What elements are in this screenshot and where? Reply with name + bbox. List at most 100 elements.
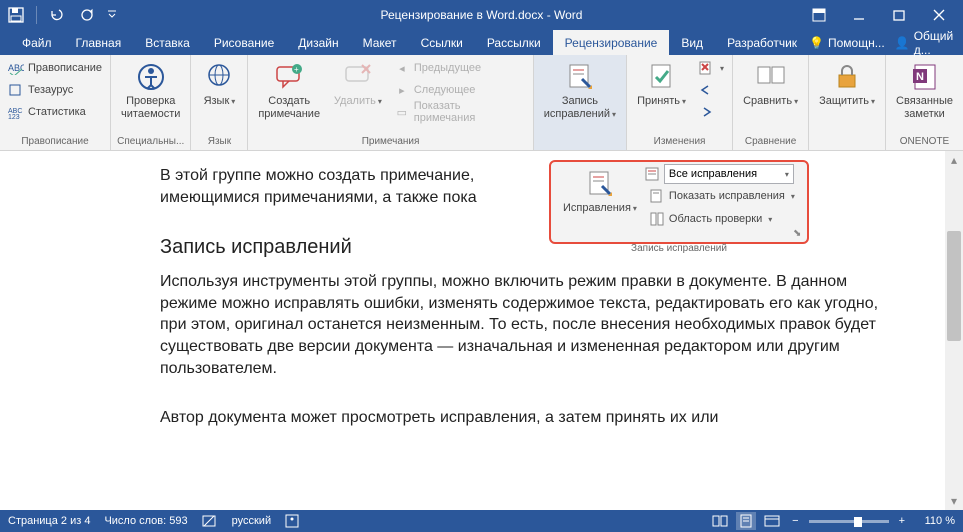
tab-home[interactable]: Главная [64,30,134,55]
onenote-icon: N [909,61,941,93]
tracking-callout: Исправления▾ Все исправления▾ Показать и… [549,160,809,244]
track-changes-button-callout[interactable]: Исправления▾ [557,164,643,242]
tab-mailings[interactable]: Рассылки [475,30,553,55]
spelling-button[interactable]: ABCПравописание [4,57,106,79]
word-count-button[interactable]: ABC123Статистика [4,101,106,123]
share-button[interactable]: 👤Общий д... [895,29,955,57]
display-for-review-dropdown[interactable]: Все исправления▾ [664,164,794,184]
qat-customize-icon[interactable] [105,3,119,27]
redo-icon[interactable] [75,3,99,27]
group-accessibility: Проверка читаемости Специальны... [111,55,191,150]
group-label-proofing: Правописание [4,135,106,148]
next-change-button[interactable] [694,101,728,123]
thesaurus-button[interactable]: Тезаурус [4,79,106,101]
scroll-down-icon[interactable]: ▾ [945,492,963,510]
svg-text:123: 123 [8,114,20,119]
tab-layout[interactable]: Макет [351,30,409,55]
show-comments-button[interactable]: ▭Показать примечания [390,101,529,123]
body-text: Используя инструменты этой группы, можно… [160,271,885,379]
undo-icon[interactable] [45,3,69,27]
group-proofing: ABCПравописание Тезаурус ABC123Статистик… [0,55,111,150]
tab-view[interactable]: Вид [669,30,715,55]
show-markup-button[interactable]: Показать исправления▾ [645,185,799,207]
tab-review[interactable]: Рецензирование [553,30,670,55]
group-comments: + Создать примечание Удалить▾ ◂Предыдуще… [248,55,533,150]
vertical-scrollbar[interactable]: ▴ ▾ [945,151,963,510]
scroll-up-icon[interactable]: ▴ [945,151,963,169]
ribbon-tabs: Файл Главная Вставка Рисование Дизайн Ма… [0,30,963,55]
show-comments-icon: ▭ [394,104,410,120]
zoom-slider[interactable] [809,520,889,523]
tab-design[interactable]: Дизайн [286,30,350,55]
tab-insert[interactable]: Вставка [133,30,202,55]
minimize-icon[interactable] [839,1,879,29]
reviewing-pane-button[interactable]: Область проверки▾ [645,208,799,230]
group-label-onenote: ONENOTE [890,135,959,148]
zoom-plus-icon[interactable]: + [895,515,909,527]
dialog-launcher-icon[interactable]: ⬊ [793,228,805,240]
check-accessibility-button[interactable]: Проверка читаемости [115,57,186,135]
protect-button[interactable]: Защитить▾ [813,57,881,135]
window-controls [799,1,959,29]
new-comment-icon: + [273,61,305,93]
ribbon-display-icon[interactable] [799,1,839,29]
maximize-icon[interactable] [879,1,919,29]
tab-file[interactable]: Файл [10,30,64,55]
tab-references[interactable]: Ссылки [409,30,475,55]
next-change-icon [698,104,714,120]
tab-draw[interactable]: Рисование [202,30,286,55]
tab-developer[interactable]: Разработчик [715,30,809,55]
zoom-level[interactable]: 110 % [915,515,955,527]
print-layout-icon[interactable] [736,512,756,530]
quick-access-toolbar [4,3,119,27]
reviewing-pane-icon [649,211,665,227]
lock-icon [831,61,863,93]
group-compare: Сравнить▾ Сравнение [733,55,809,150]
status-word-count[interactable]: Число слов: 593 [104,515,187,527]
next-comment-button[interactable]: ▸Следующее [390,79,529,101]
close-icon[interactable] [919,1,959,29]
previous-change-button[interactable] [694,79,728,101]
status-page[interactable]: Страница 2 из 4 [8,515,90,527]
svg-text:N: N [916,71,924,83]
group-label-language: Язык [195,135,243,148]
ribbon-panel: ABCПравописание Тезаурус ABC123Статистик… [0,55,963,151]
titlebar: Рецензирование в Word.docx - Word [0,0,963,30]
previous-comment-button[interactable]: ◂Предыдущее [390,57,529,79]
next-icon: ▸ [394,82,410,98]
group-label-accessibility: Специальны... [115,135,186,148]
web-layout-icon[interactable] [762,512,782,530]
body-text: В этой группе можно создать примечание, [160,167,474,184]
delete-comment-icon [342,61,374,93]
new-comment-button[interactable]: + Создать примечание [252,57,326,135]
save-icon[interactable] [4,3,28,27]
read-mode-icon[interactable] [710,512,730,530]
track-changes-button[interactable]: Запись исправлений▾ [538,57,622,135]
group-changes: Принять▾ ▾ Изменения [627,55,733,150]
body-text: имеющимися примечаниями, а также пока [160,189,477,206]
statusbar: Страница 2 из 4 Число слов: 593 русский … [0,510,963,532]
accessibility-icon [135,61,167,93]
accept-button[interactable]: Принять▾ [631,57,692,135]
language-button[interactable]: Язык▾ [195,57,243,135]
compare-icon [755,61,787,93]
linked-notes-button[interactable]: N Связанные заметки [890,57,959,135]
share-icon: 👤 [895,36,910,50]
help-button[interactable]: 💡Помощн... [809,36,885,50]
word-count-icon: ABC123 [8,104,24,120]
svg-text:+: + [294,65,299,74]
prev-icon: ◂ [394,60,410,76]
status-accessibility-icon[interactable] [285,514,299,528]
status-proofing-icon[interactable] [202,514,218,528]
prev-change-icon [698,82,714,98]
compare-button[interactable]: Сравнить▾ [737,57,804,135]
reject-button[interactable]: ▾ [694,57,728,79]
group-label-protect [813,135,881,148]
spelling-icon: ABC [8,60,24,76]
scroll-thumb[interactable] [947,231,961,341]
status-language[interactable]: русский [232,515,271,527]
delete-comment-button[interactable]: Удалить▾ [328,57,388,135]
zoom-minus-icon[interactable]: − [788,515,802,527]
group-language: Язык▾ Язык [191,55,248,150]
accept-icon [646,61,678,93]
